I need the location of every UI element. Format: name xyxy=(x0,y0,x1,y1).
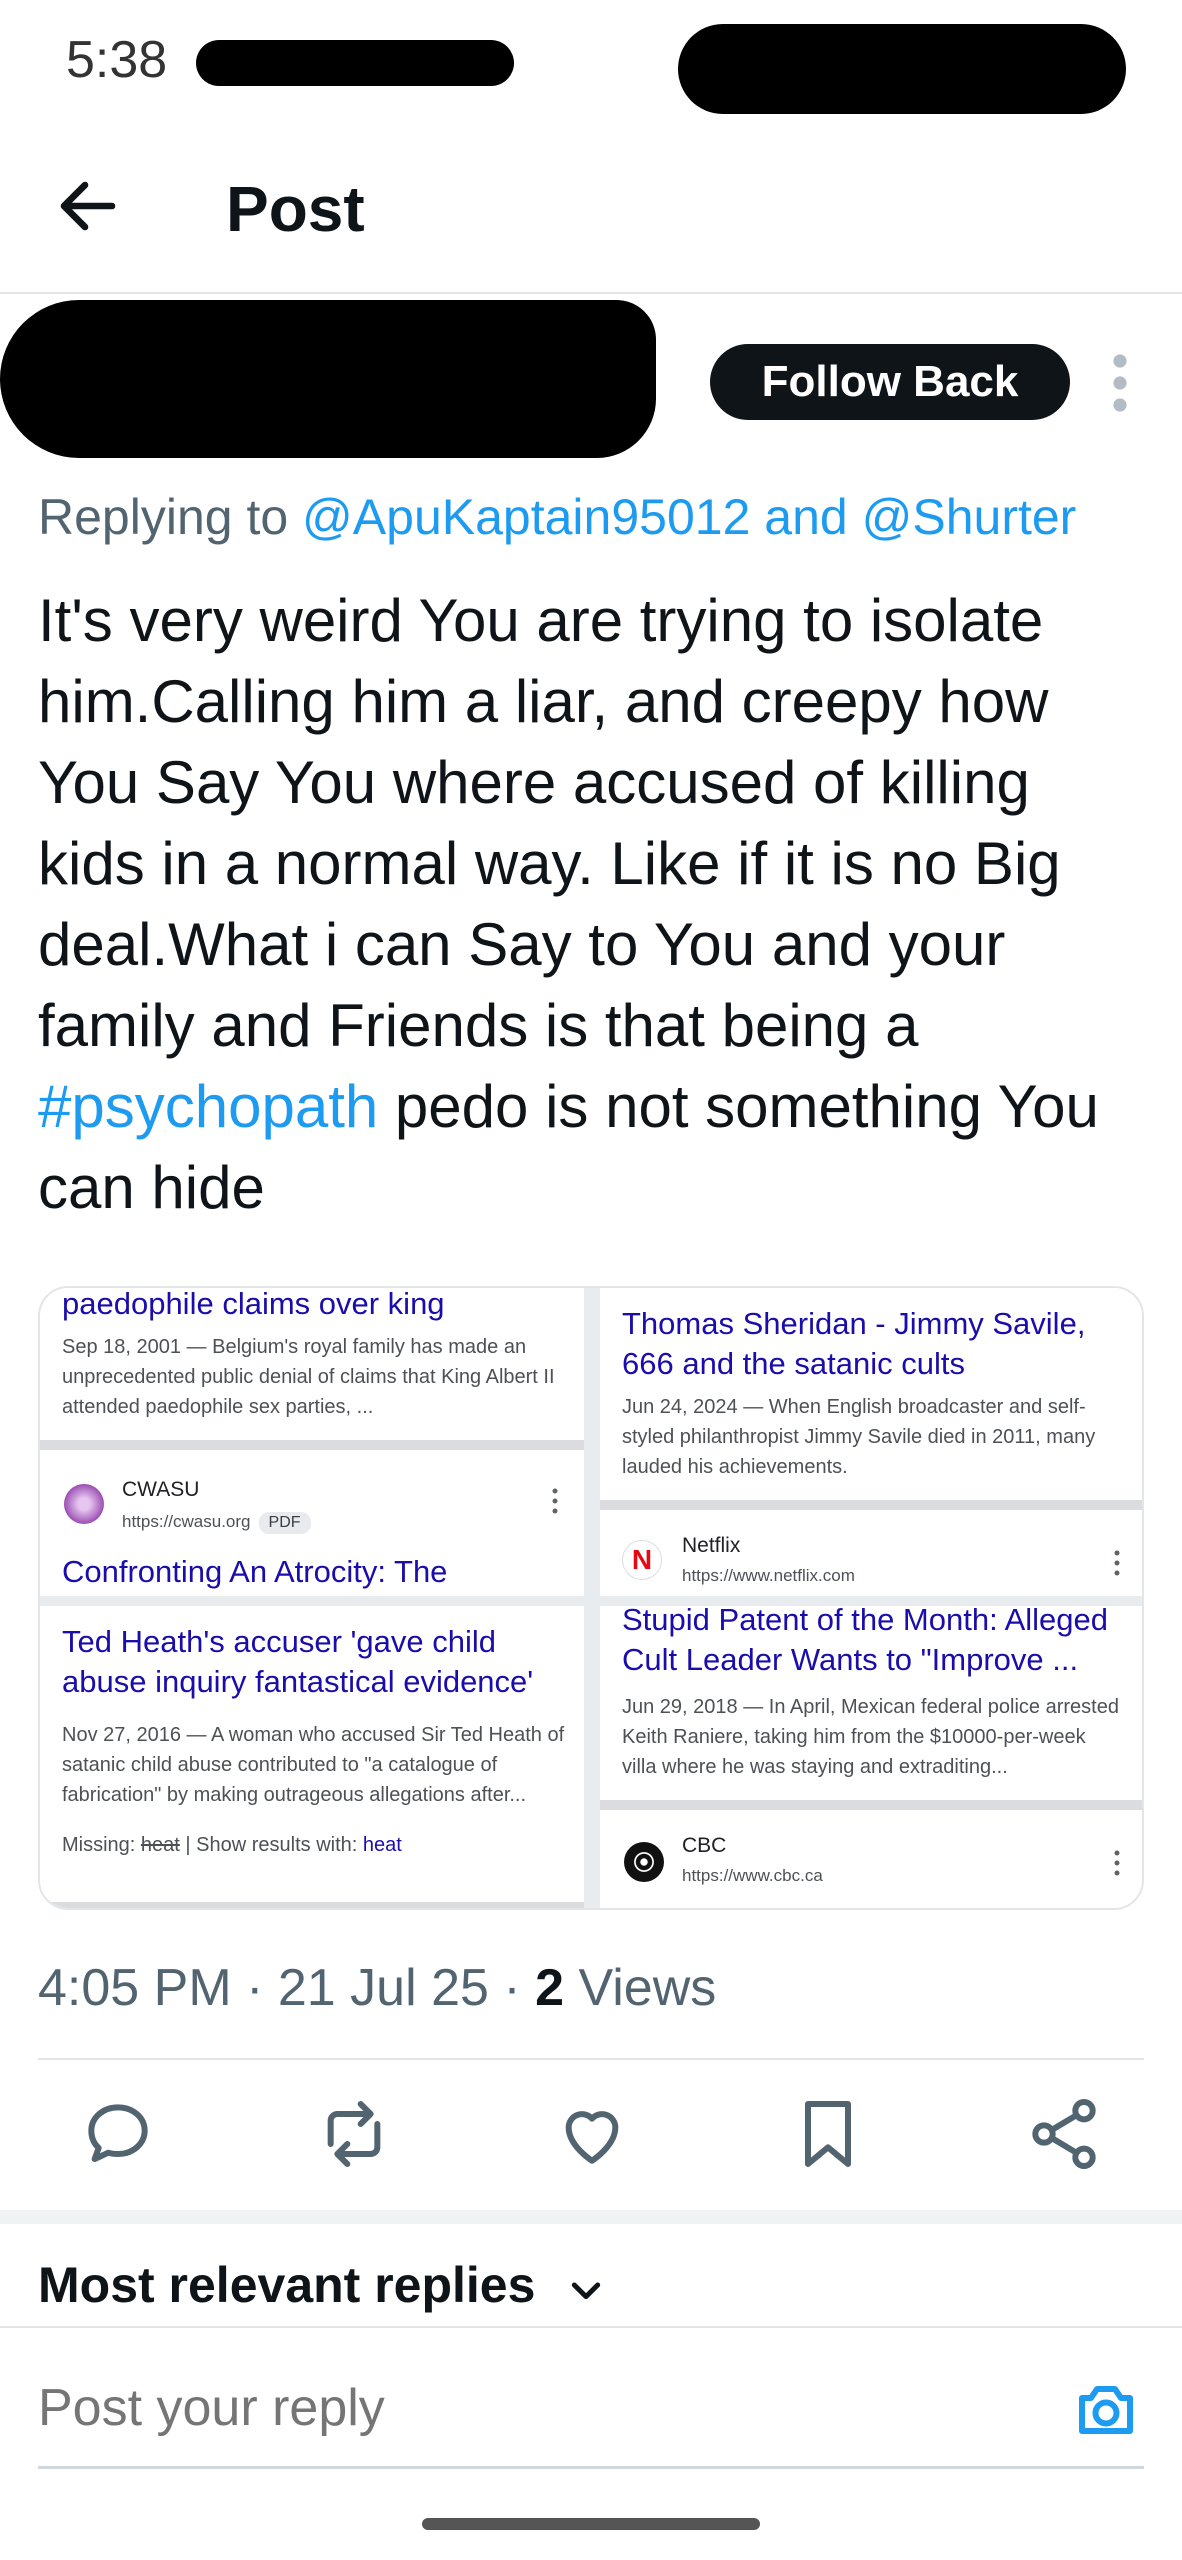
redaction-mark xyxy=(196,40,514,86)
missing-terms: Missing: heat | Show results with: heat xyxy=(62,1830,572,1860)
result-title: Confronting An Atrocity: The xyxy=(62,1554,448,1589)
arrow-left-icon[interactable] xyxy=(52,170,124,242)
missing-mid: | Show results with: xyxy=(179,1834,363,1856)
header-divider xyxy=(0,292,1182,294)
post-meta: 4:05 PM · 21 Jul 25 · 2 Views xyxy=(38,1958,716,2018)
media-collage[interactable]: paedophile claims over king Sep 18, 2001… xyxy=(38,1286,1144,1910)
like-icon[interactable] xyxy=(552,2094,632,2174)
result-url: https://www.cbc.ca xyxy=(682,1866,823,1885)
show-results-link: heat xyxy=(362,1834,402,1856)
replying-to: Replying to @ApuKaptain95012 and @Shurte… xyxy=(38,488,1076,546)
replying-prefix: Replying to xyxy=(38,489,303,545)
pdf-badge: PDF xyxy=(258,1512,311,1534)
result-snippet: Sep 18, 2001 — Belgium's royal family ha… xyxy=(62,1336,555,1418)
composer-underline xyxy=(38,2466,1144,2469)
media-image[interactable]: Ted Heath's accuser 'gave child abuse in… xyxy=(40,1606,584,1908)
camera-icon[interactable] xyxy=(1070,2374,1142,2446)
cbc-logo xyxy=(624,1842,664,1882)
tweet-text: It's very weird You are trying to isolat… xyxy=(38,580,1148,1228)
post-time: 4:05 PM xyxy=(38,1959,232,2017)
result-snippet: Nov 27, 2016 — A woman who accused Sir T… xyxy=(62,1724,565,1806)
reply-icon[interactable] xyxy=(78,2094,158,2174)
home-indicator[interactable] xyxy=(422,2518,760,2530)
tweet-text-part: It's very weird You are trying to isolat… xyxy=(38,587,1061,1059)
result-source: CWASU xyxy=(122,1478,200,1501)
mention-joiner: and xyxy=(750,489,862,545)
more-vertical-icon xyxy=(552,1488,558,1514)
chevron-down-icon[interactable] xyxy=(566,2270,606,2310)
netflix-logo: N xyxy=(622,1540,662,1580)
more-vertical-icon[interactable] xyxy=(1100,350,1140,416)
missing-prefix: Missing: xyxy=(62,1834,141,1856)
page-title: Post xyxy=(226,173,365,245)
meta-separator: · xyxy=(231,1959,278,2017)
result-url: https://cwasu.org PDF xyxy=(122,1512,311,1534)
replies-sort-label[interactable]: Most relevant replies xyxy=(38,2256,535,2314)
reply-input[interactable] xyxy=(38,2378,938,2438)
result-source: CBC xyxy=(682,1834,727,1857)
result-snippet: Jun 24, 2024 — When English broadcaster … xyxy=(622,1396,1096,1478)
media-image[interactable]: Thomas Sheridan - Jimmy Savile, 666 and … xyxy=(600,1288,1142,1596)
mention-link[interactable]: @ApuKaptain95012 xyxy=(302,489,750,545)
result-url: https://www.netflix.com xyxy=(682,1566,855,1585)
post-date: 21 Jul 25 xyxy=(277,1959,489,2017)
status-time: 5:38 xyxy=(66,31,168,89)
mention-link[interactable]: @Shurter xyxy=(862,489,1077,545)
result-title: Thomas Sheridan - Jimmy Savile, 666 and … xyxy=(622,1306,1086,1381)
redaction-mark xyxy=(678,24,1126,114)
views-label: Views xyxy=(564,1959,717,2017)
cwasu-logo xyxy=(64,1484,104,1524)
redacted-author xyxy=(0,300,656,458)
bookmark-icon[interactable] xyxy=(788,2094,868,2174)
result-separator xyxy=(40,1902,584,1908)
more-vertical-icon xyxy=(1114,1850,1120,1876)
section-divider xyxy=(0,2210,1182,2224)
result-url-text: https://cwasu.org xyxy=(122,1512,251,1531)
missing-word: heat xyxy=(140,1834,180,1856)
result-source: Netflix xyxy=(682,1534,741,1557)
repost-icon[interactable] xyxy=(314,2094,394,2174)
follow-back-button[interactable]: Follow Back xyxy=(710,344,1070,420)
share-icon[interactable] xyxy=(1024,2094,1104,2174)
more-vertical-icon xyxy=(1114,1550,1120,1576)
composer-top-divider xyxy=(0,2326,1182,2328)
hashtag-link[interactable]: #psychopath xyxy=(38,1073,378,1140)
views-count: 2 xyxy=(535,1959,565,2017)
media-image[interactable]: Stupid Patent of the Month: Alleged Cult… xyxy=(600,1606,1142,1908)
result-snippet: Jun 29, 2018 — In April, Mexican federal… xyxy=(622,1696,1119,1778)
media-image[interactable]: paedophile claims over king Sep 18, 2001… xyxy=(40,1288,584,1596)
result-title: Stupid Patent of the Month: Alleged Cult… xyxy=(622,1606,1109,1677)
result-title: Ted Heath's accuser 'gave child abuse in… xyxy=(62,1624,534,1699)
result-title: paedophile claims over king xyxy=(62,1288,445,1321)
meta-separator: · xyxy=(488,1959,536,2017)
result-separator xyxy=(600,1500,1142,1510)
result-separator xyxy=(40,1440,584,1450)
result-separator xyxy=(600,1800,1142,1810)
meta-divider xyxy=(38,2058,1144,2060)
